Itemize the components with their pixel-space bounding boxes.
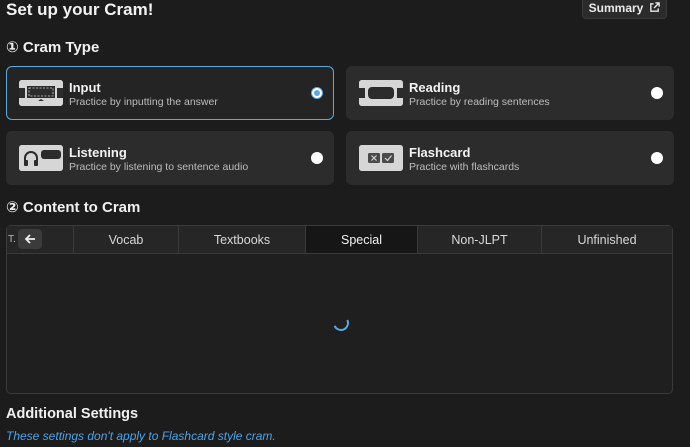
additional-settings-note: These settings don't apply to Flashcard … <box>6 429 276 443</box>
tab-unfinished[interactable]: Unfinished <box>542 226 672 253</box>
external-link-icon <box>650 2 661 12</box>
card-description: Practice with flashcards <box>409 161 520 173</box>
card-title: Input <box>69 80 101 95</box>
reading-thumbnail-icon <box>359 80 403 106</box>
tab-cut-off[interactable]: T. <box>7 226 74 253</box>
listening-radio[interactable] <box>311 152 323 164</box>
cram-type-listening-card[interactable]: Listening Practice by listening to sente… <box>6 131 334 185</box>
flashcard-thumbnail-icon <box>359 145 403 171</box>
card-title: Flashcard <box>409 145 471 160</box>
cram-type-flashcard-card[interactable]: Flashcard Practice with flashcards <box>346 131 674 185</box>
arrow-left-icon <box>24 234 35 244</box>
reading-radio[interactable] <box>651 87 663 99</box>
card-title: Listening <box>69 145 127 160</box>
input-radio[interactable] <box>311 87 323 99</box>
listening-thumbnail-icon <box>19 145 63 171</box>
tab-label: T. <box>8 234 16 245</box>
tab-textbooks[interactable]: Textbooks <box>179 226 306 253</box>
tab-vocab[interactable]: Vocab <box>74 226 179 253</box>
input-thumbnail-icon <box>19 80 63 106</box>
flashcard-radio[interactable] <box>651 152 663 164</box>
content-heading: ② Content to Cram <box>6 199 141 216</box>
page-title: Set up your Cram! <box>6 0 154 19</box>
scroll-left-button[interactable] <box>18 229 42 249</box>
card-description: Practice by listening to sentence audio <box>69 161 249 173</box>
content-tabbar: T. Vocab Textbooks Special Non-JLPT Unfi… <box>7 226 672 254</box>
cram-type-reading-card[interactable]: Reading Practice by reading sentences <box>346 66 674 120</box>
card-title: Reading <box>409 80 461 95</box>
tab-special[interactable]: Special <box>306 226 418 253</box>
additional-settings-heading: Additional Settings <box>6 406 139 422</box>
cram-type-input-card[interactable]: Input Practice by inputting the answer <box>6 66 334 120</box>
loading-spinner-icon <box>330 312 352 334</box>
card-description: Practice by reading sentences <box>409 96 550 108</box>
summary-button-label: Summary <box>588 0 644 15</box>
card-description: Practice by inputting the answer <box>69 96 218 108</box>
cram-type-heading: ① Cram Type <box>6 39 100 56</box>
tab-non-jlpt[interactable]: Non-JLPT <box>418 226 542 253</box>
content-panel: T. Vocab Textbooks Special Non-JLPT Unfi… <box>6 225 673 394</box>
summary-button[interactable]: Summary <box>582 0 667 19</box>
